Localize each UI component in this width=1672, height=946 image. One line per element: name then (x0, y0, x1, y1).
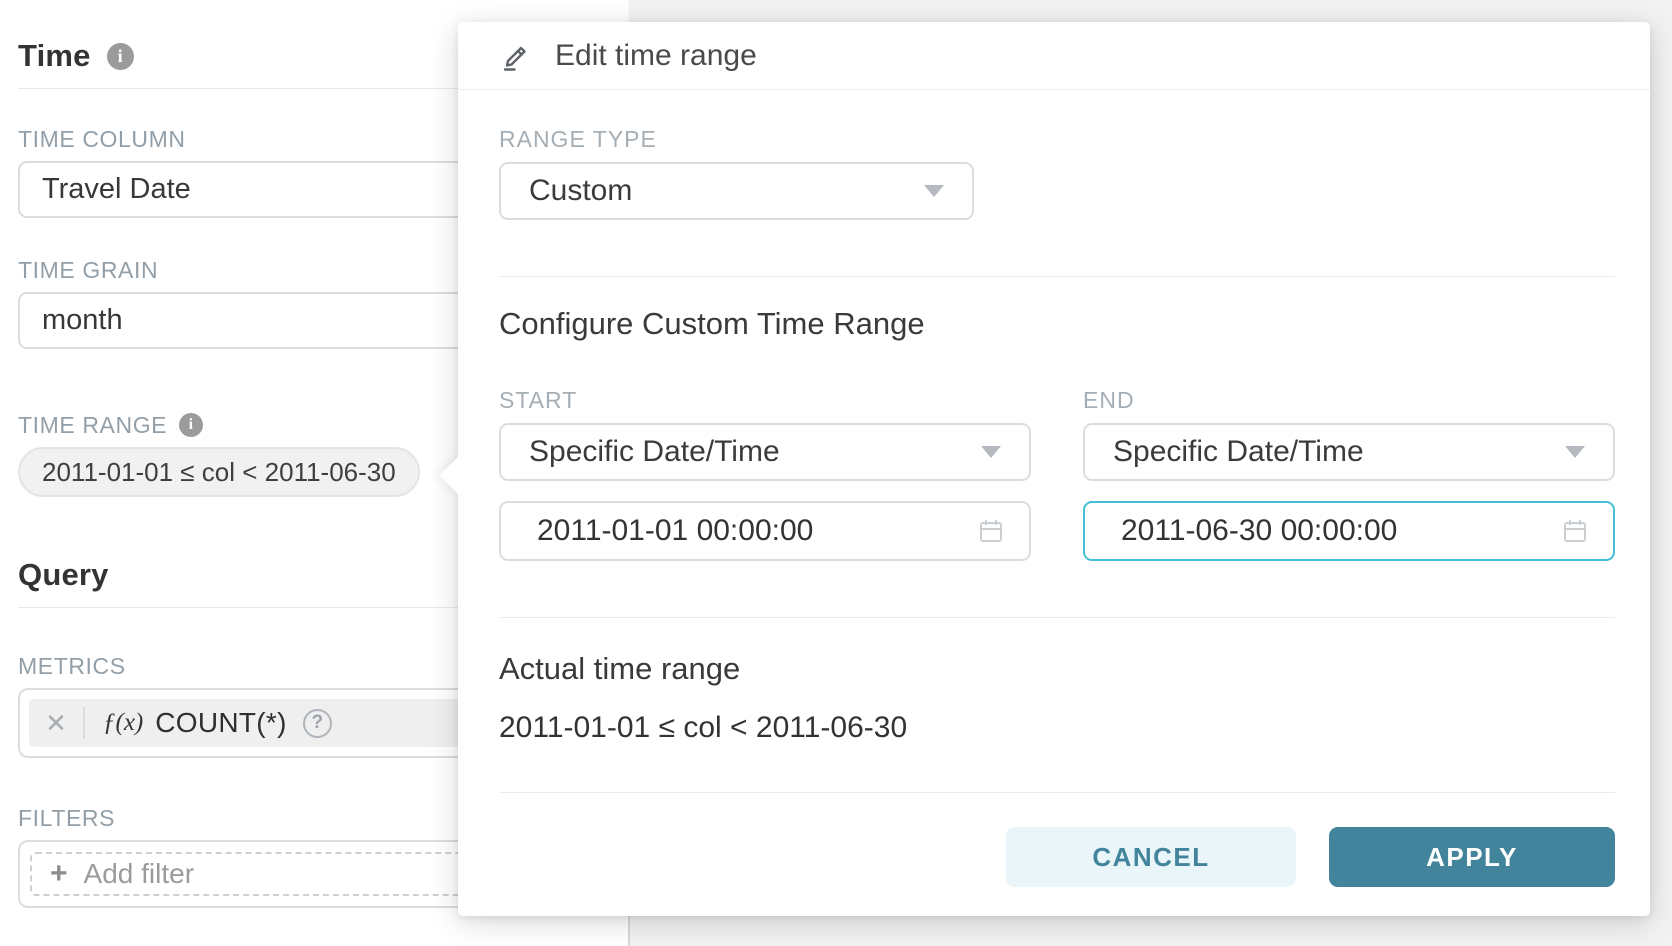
start-mode-value: Specific Date/Time (529, 435, 780, 469)
start-column: START Specific Date/Time 2011-01-01 00:0… (499, 387, 1031, 561)
start-label: START (499, 387, 1031, 413)
remove-metric-icon[interactable]: ✕ (29, 707, 85, 739)
query-section-title: Query (18, 557, 109, 593)
edit-pencil-icon (499, 40, 531, 72)
end-mode-value: Specific Date/Time (1113, 435, 1364, 469)
end-mode-select[interactable]: Specific Date/Time (1083, 423, 1615, 481)
start-date-value: 2011-01-01 00:00:00 (537, 514, 813, 548)
metric-name: COUNT(*) (155, 707, 287, 739)
popover-title: Edit time range (555, 39, 757, 73)
range-type-label: RANGE TYPE (499, 126, 1615, 152)
calendar-icon[interactable] (977, 517, 1005, 545)
chevron-down-icon (981, 446, 1001, 458)
divider (499, 617, 1615, 618)
time-section-title: Time (18, 38, 91, 74)
info-icon[interactable]: i (107, 43, 134, 70)
time-range-pill[interactable]: 2011-01-01 ≤ col < 2011-06-30 (18, 447, 420, 497)
apply-button[interactable]: APPLY (1329, 827, 1615, 887)
time-grain-value: month (42, 304, 123, 337)
popover-header: Edit time range (458, 22, 1650, 90)
end-date-input[interactable]: 2011-06-30 00:00:00 (1083, 501, 1615, 561)
actual-range-heading: Actual time range (499, 648, 1615, 690)
time-column-value: Travel Date (42, 173, 191, 206)
chevron-down-icon (924, 185, 944, 197)
range-type-select[interactable]: Custom (499, 162, 974, 220)
end-column: END Specific Date/Time 2011-06-30 00:00:… (1083, 387, 1615, 561)
range-type-value: Custom (529, 174, 632, 208)
start-date-input[interactable]: 2011-01-01 00:00:00 (499, 501, 1031, 561)
info-icon[interactable]: i (179, 413, 203, 437)
cancel-button[interactable]: CANCEL (1006, 827, 1296, 887)
divider (499, 792, 1615, 793)
plus-icon: + (50, 859, 68, 889)
group-by-label: GROUP BY (18, 940, 585, 946)
start-mode-select[interactable]: Specific Date/Time (499, 423, 1031, 481)
actual-range-value: 2011-01-01 ≤ col < 2011-06-30 (499, 710, 1615, 746)
help-icon[interactable]: ? (303, 709, 332, 738)
end-date-value: 2011-06-30 00:00:00 (1121, 514, 1397, 548)
end-label: END (1083, 387, 1615, 413)
edit-time-range-popover: Edit time range RANGE TYPE Custom Config… (458, 22, 1650, 916)
calendar-icon[interactable] (1561, 517, 1589, 545)
add-filter-label: Add filter (84, 858, 195, 890)
function-icon: ƒ(x) (103, 709, 143, 737)
configure-heading: Configure Custom Time Range (499, 303, 1615, 345)
divider (499, 276, 1615, 277)
popover-footer: CANCEL APPLY (499, 827, 1615, 887)
time-range-value: 2011-01-01 ≤ col < 2011-06-30 (42, 457, 396, 488)
chevron-down-icon (1565, 446, 1585, 458)
explore-page: Time i TIME COLUMN Travel Date TIME GRAI… (0, 0, 1672, 946)
